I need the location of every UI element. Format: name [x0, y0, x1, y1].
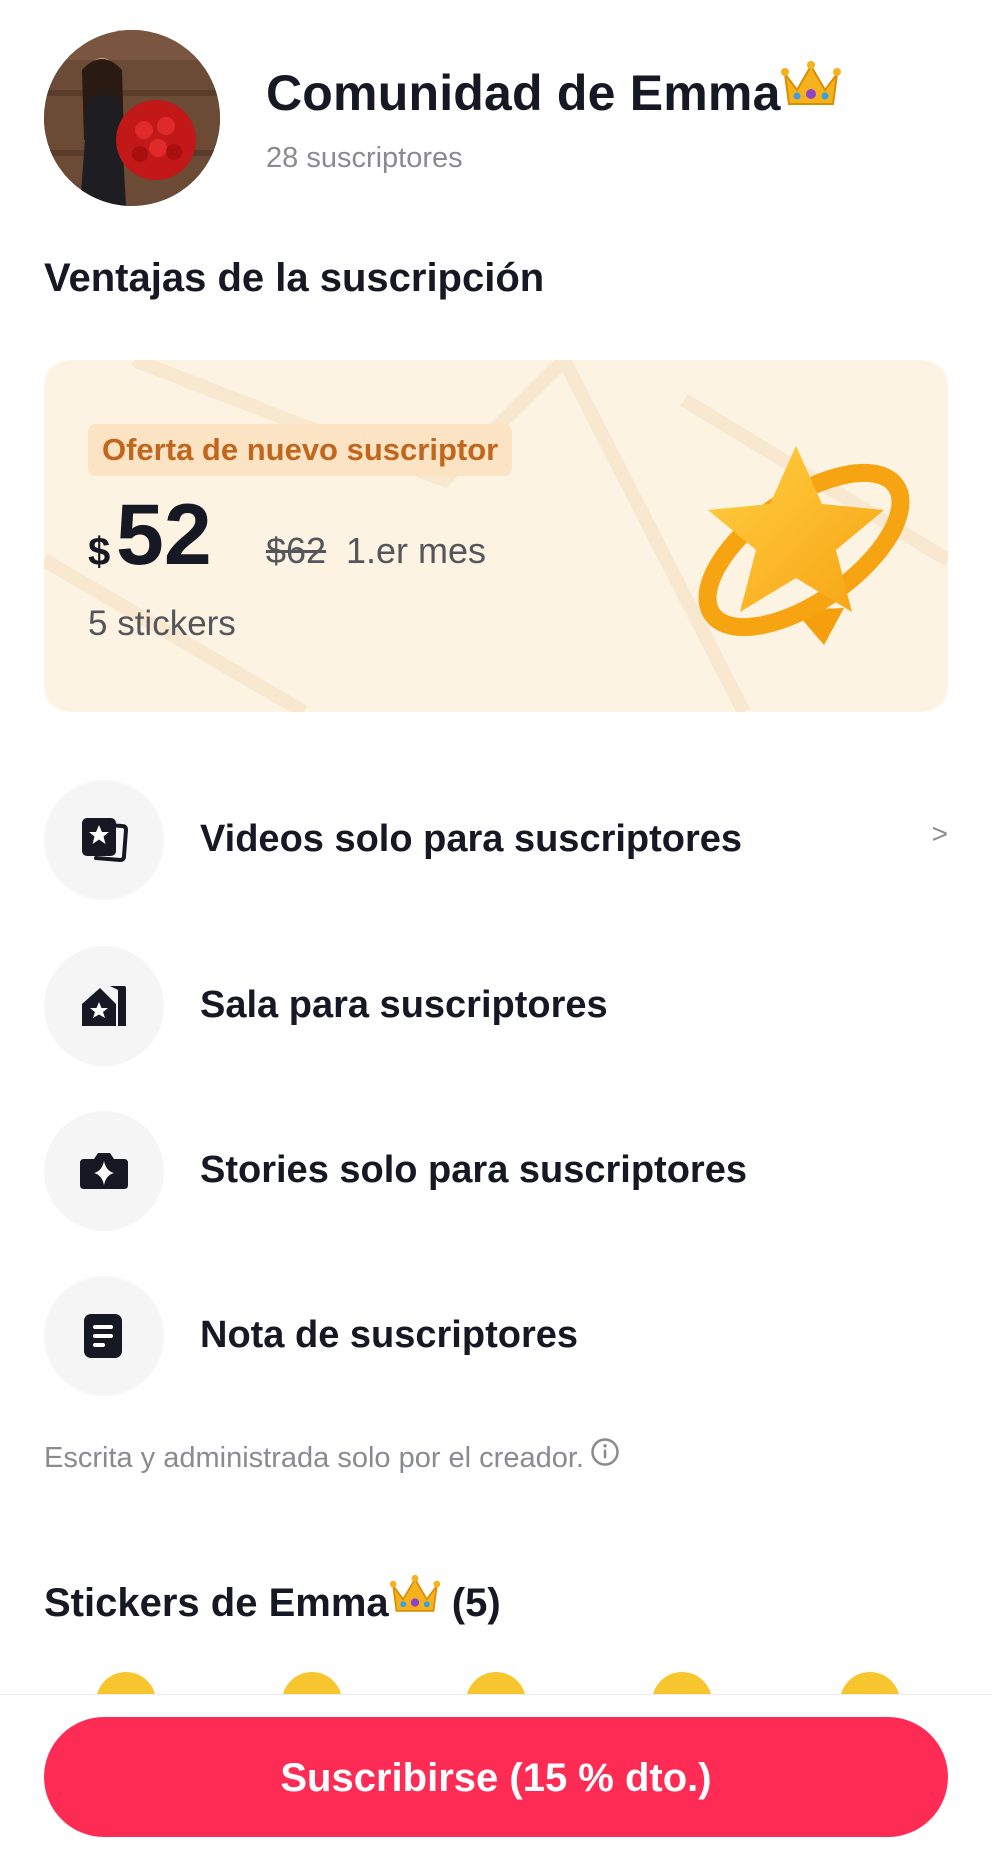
benefits-section-title: Ventajas de la suscripción	[44, 256, 545, 300]
community-name: Comunidad de Emma	[266, 65, 781, 121]
benefit-label: Nota de suscriptores	[200, 1314, 578, 1356]
price-period: 1.er mes	[346, 530, 487, 571]
benefit-label: Stories solo para suscriptores	[200, 1149, 747, 1191]
benefit-subscriber-stories[interactable]: Stories solo para suscriptores	[44, 1111, 948, 1231]
original-price: $62	[266, 530, 327, 571]
sticker-thumbnail[interactable]	[282, 1672, 342, 1694]
subscriber-count: 28 suscriptores	[266, 142, 463, 174]
sticker-thumbnail[interactable]	[840, 1672, 900, 1694]
stickers-section-title: Stickers de Emma (5)	[44, 1574, 501, 1626]
new-subscriber-offer-badge: Oferta de nuevo suscriptor	[88, 424, 513, 476]
benefit-icon-container	[44, 1276, 164, 1396]
info-icon[interactable]	[590, 1437, 620, 1475]
star-orbit-icon	[698, 446, 910, 645]
house-star-icon	[82, 986, 126, 1026]
note-icon	[84, 1314, 122, 1358]
benefit-subscriber-note[interactable]: Nota de suscriptores	[44, 1276, 948, 1396]
crown-icon	[780, 60, 841, 122]
crown-icon	[389, 1574, 441, 1626]
benefit-icon-container	[44, 946, 164, 1066]
camera-sparkle-icon	[80, 1153, 128, 1189]
sticker-thumbnail[interactable]	[652, 1672, 712, 1694]
benefit-icon-container	[44, 1111, 164, 1231]
community-title: Comunidad de Emma	[266, 60, 841, 122]
stickers-row	[0, 1664, 992, 1694]
new-subscriber-offer-card: Oferta de nuevo suscriptor $ 52 $62 1.er…	[44, 360, 948, 712]
creator-note-disclaimer: Escrita y administrada solo por el cread…	[44, 1438, 620, 1475]
benefit-label: Sala para suscriptores	[200, 984, 608, 1026]
offer-stickers-count: 5 stickers	[88, 604, 236, 643]
price-currency: $	[88, 530, 111, 574]
disclaimer-text: Escrita y administrada solo por el cread…	[44, 1442, 584, 1474]
video-star-icon	[82, 818, 128, 863]
subscribe-button[interactable]: Suscribirse (15 % dto.)	[44, 1717, 948, 1837]
benefit-subscriber-room[interactable]: Sala para suscriptores	[44, 946, 948, 1066]
community-header: Comunidad de Emma 28 suscriptores	[44, 30, 944, 210]
sticker-thumbnail[interactable]	[466, 1672, 526, 1694]
stickers-count: (5)	[440, 1581, 501, 1625]
chevron-right-icon[interactable]: >	[932, 818, 948, 850]
stickers-title-text: Stickers de Emma	[44, 1581, 389, 1625]
benefit-label: Videos solo para suscriptores	[200, 818, 743, 860]
benefit-subscriber-videos[interactable]: Videos solo para suscriptores >	[44, 780, 948, 900]
offer-price: 52	[116, 487, 212, 583]
sticker-thumbnail[interactable]	[96, 1672, 156, 1694]
creator-avatar[interactable]	[44, 30, 220, 206]
bottom-action-bar: Suscribirse (15 % dto.)	[0, 1694, 992, 1857]
benefit-icon-container	[44, 780, 164, 900]
